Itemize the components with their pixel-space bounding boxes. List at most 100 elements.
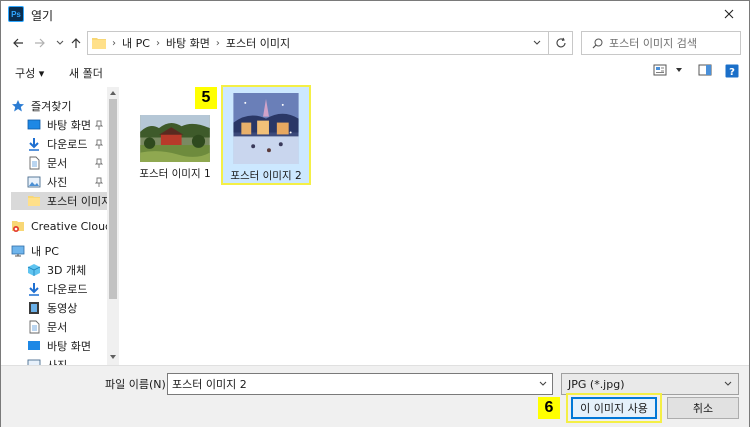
dialog-footer: 파일 이름(N): 포스터 이미지 2 JPG (*.jpg) 이 이미지 사용…: [1, 365, 749, 427]
title-bar: Ps 열기: [1, 1, 749, 27]
arrow-left-icon: [13, 38, 23, 48]
open-file-dialog: Ps 열기 › 내 PC › 바탕 화면 › 포스터 이미지 포스터 이미지 검…: [0, 0, 750, 427]
sidebar-item-poster-folder[interactable]: 포스터 이미지: [11, 192, 111, 210]
sidebar-item-creative-cloud[interactable]: Creative Cloud F: [11, 217, 119, 235]
filename-input[interactable]: 포스터 이미지 2: [167, 373, 553, 395]
desktop-icon: [27, 119, 41, 130]
pin-icon: [95, 120, 103, 130]
sidebar-item-label: 포스터 이미지: [47, 195, 112, 208]
help-button[interactable]: ?: [725, 64, 739, 78]
filetype-select[interactable]: JPG (*.jpg): [561, 373, 739, 395]
step-badge-5: 5: [195, 87, 217, 109]
cancel-button[interactable]: 취소: [667, 397, 739, 419]
sidebar-item-pictures[interactable]: 사진: [11, 173, 111, 191]
preview-pane-icon: [698, 64, 712, 76]
document-icon: [29, 320, 40, 334]
filetype-value: JPG (*.jpg): [568, 377, 625, 391]
close-button[interactable]: [715, 3, 743, 25]
back-button[interactable]: [9, 33, 27, 53]
sidebar-item-label: 바탕 화면: [47, 119, 91, 132]
arrow-right-icon: [35, 38, 45, 48]
refresh-icon: [556, 37, 566, 48]
sidebar-item-desktop-pc[interactable]: 바탕 화면: [11, 337, 111, 355]
search-placeholder: 포스터 이미지 검색: [609, 37, 697, 50]
thumbnail-image: [233, 93, 299, 164]
sidebar-item-downloads-pc[interactable]: 다운로드: [11, 280, 111, 298]
chevron-down-icon: [56, 40, 64, 45]
sidebar-item-this-pc[interactable]: 내 PC: [11, 242, 111, 260]
organize-button[interactable]: 구성 ▾: [15, 65, 44, 81]
navigation-row: › 내 PC › 바탕 화면 › 포스터 이미지 포스터 이미지 검색: [1, 29, 749, 57]
new-folder-button[interactable]: 새 폴더: [69, 65, 103, 81]
close-icon: [724, 9, 734, 19]
address-bar[interactable]: › 내 PC › 바탕 화면 › 포스터 이미지: [87, 31, 549, 55]
navigation-scrollbar[interactable]: [107, 87, 119, 365]
chevron-down-icon[interactable]: [538, 379, 548, 389]
pin-icon: [95, 177, 103, 187]
sidebar-item-label: 사진: [47, 176, 68, 189]
sidebar-item-3d-objects[interactable]: 3D 개체: [11, 261, 111, 279]
chevron-down-icon[interactable]: [532, 35, 542, 51]
up-button[interactable]: [67, 33, 85, 53]
breadcrumb-poster-folder[interactable]: 포스터 이미지: [226, 35, 290, 51]
sidebar-item-label: Creative Cloud F: [31, 219, 119, 233]
chevron-down-icon: [676, 68, 682, 72]
sidebar-item-desktop[interactable]: 바탕 화면: [11, 116, 111, 134]
arrow-up-icon: [71, 38, 81, 48]
filename-value: 포스터 이미지 2: [172, 378, 247, 391]
document-icon: [29, 156, 40, 170]
scroll-thumb[interactable]: [109, 99, 117, 299]
download-icon: [29, 283, 39, 296]
pictures-icon: [27, 359, 41, 365]
search-input[interactable]: 포스터 이미지 검색: [581, 31, 741, 55]
sidebar-item-label: 문서: [47, 157, 68, 170]
command-bar: 구성 ▾ 새 폴더 ?: [1, 59, 749, 85]
sidebar-item-documents[interactable]: 문서: [11, 154, 111, 172]
file-tile-poster-1[interactable]: 포스터 이미지 1: [135, 109, 215, 181]
star-icon: [12, 100, 24, 112]
creative-cloud-icon: [12, 221, 24, 232]
breadcrumb-pc[interactable]: 내 PC: [122, 35, 150, 51]
preview-pane-button[interactable]: [698, 64, 712, 76]
thumbnail-image: [140, 115, 210, 162]
step-badge-6: 6: [538, 397, 560, 419]
photoshop-app-icon: Ps: [8, 6, 24, 22]
sidebar-item-label: 바탕 화면: [47, 340, 91, 353]
pc-icon: [11, 245, 25, 257]
download-icon: [29, 138, 39, 151]
sidebar-item-label: 동영상: [47, 302, 78, 315]
app-icon-text: Ps: [11, 9, 21, 19]
breadcrumb-separator: ›: [155, 37, 160, 49]
sidebar-item-quick-access[interactable]: 즐겨찾기: [11, 97, 111, 115]
folder-icon: [28, 196, 40, 206]
sidebar-item-videos[interactable]: 동영상: [11, 299, 111, 317]
pictures-icon: [27, 176, 41, 188]
sidebar-item-label: 사진: [47, 357, 67, 365]
sidebar-item-label: 3D 개체: [47, 264, 87, 277]
file-tile-poster-2[interactable]: 포스터 이미지 2: [221, 85, 311, 185]
search-icon: [592, 38, 603, 48]
navigation-pane[interactable]: 즐겨찾기 바탕 화면 다운로드 문서 사진 포스터 이미지 Creative C…: [11, 87, 119, 365]
pin-icon: [95, 139, 103, 149]
sidebar-item-documents-pc[interactable]: 문서: [11, 318, 111, 336]
file-list[interactable]: 포스터 이미지 1 포스터 이미지 2 5: [123, 85, 749, 365]
sidebar-item-pictures-pc[interactable]: 사진: [11, 356, 111, 365]
breadcrumb-separator: ›: [215, 37, 220, 49]
breadcrumb-desktop[interactable]: 바탕 화면: [166, 35, 210, 51]
sidebar-item-label: 다운로드: [47, 283, 88, 296]
video-icon: [29, 302, 39, 314]
open-button[interactable]: 이 이미지 사용: [571, 397, 657, 419]
scroll-up-icon[interactable]: [109, 89, 117, 97]
cube-icon: [27, 264, 41, 276]
refresh-button[interactable]: [549, 31, 573, 55]
sidebar-item-label: 즐겨찾기: [31, 100, 72, 113]
view-options-button[interactable]: [653, 64, 683, 76]
sidebar-item-label: 다운로드: [47, 138, 88, 151]
sidebar-item-downloads[interactable]: 다운로드: [11, 135, 111, 153]
scroll-down-icon[interactable]: [109, 353, 117, 361]
folder-icon: [92, 38, 106, 49]
forward-button[interactable]: [31, 33, 49, 53]
sidebar-item-label: 문서: [47, 321, 68, 334]
view-icon: [653, 64, 667, 76]
filename-label: 파일 이름(N):: [105, 378, 170, 391]
